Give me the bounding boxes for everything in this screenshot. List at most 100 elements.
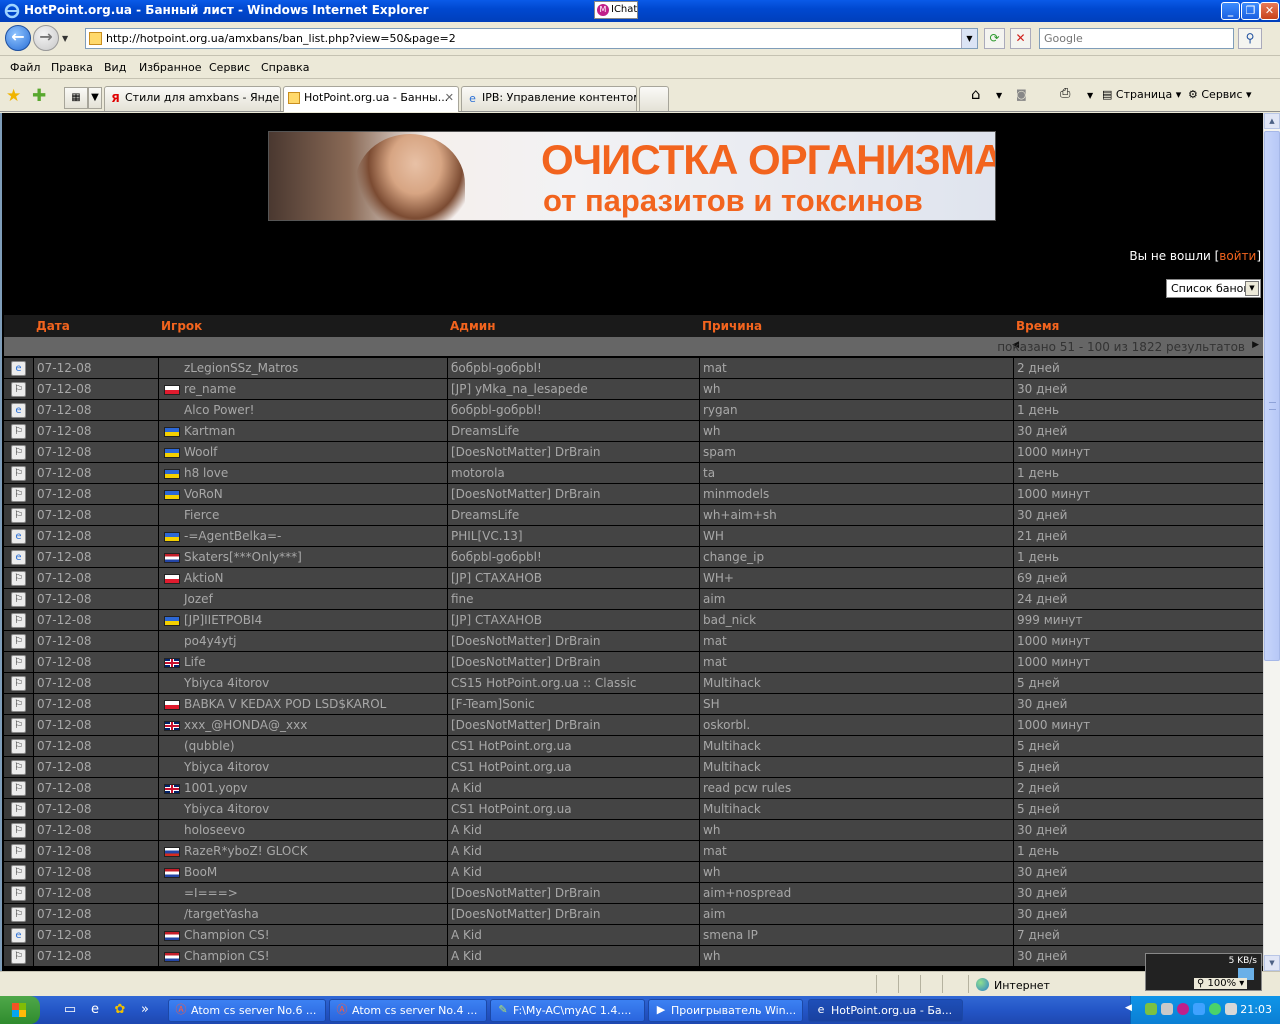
ichat-indicator[interactable]: M IChat: [594, 1, 638, 19]
add-favorite-icon[interactable]: ✚: [32, 86, 46, 106]
search-icon[interactable]: ⚲: [1238, 28, 1262, 49]
show-desktop-icon[interactable]: ▭: [62, 1002, 78, 1018]
game-ban-icon[interactable]: ⚐: [11, 424, 26, 439]
taskbar-item-editor[interactable]: ✎ F:\My-AC\myAC 1.4....: [490, 999, 645, 1022]
table-row[interactable]: ⚐ 07-12-08 h8 love motorola ta 1 день: [4, 463, 1263, 484]
game-ban-icon[interactable]: ⚐: [11, 445, 26, 460]
rss-icon[interactable]: ◙: [1016, 88, 1027, 101]
table-row[interactable]: ⚐ 07-12-08 re_name [JP] yMka_na_lesapede wh 3…: [4, 379, 1263, 400]
print-dropdown-icon[interactable]: ▼: [1087, 91, 1093, 100]
player-cell[interactable]: (qubble): [158, 736, 447, 756]
player-cell[interactable]: Kartman: [158, 421, 447, 441]
player-cell[interactable]: Ybiyca 4itorov: [158, 673, 447, 693]
menu-view[interactable]: Вид: [104, 61, 126, 74]
game-ban-icon[interactable]: ⚐: [11, 718, 26, 733]
col-date[interactable]: Дата: [36, 319, 70, 333]
page-menu[interactable]: ▤ Страница ▾: [1102, 88, 1181, 101]
web-ban-icon[interactable]: e: [11, 928, 26, 943]
quick-tabs-icon[interactable]: ▦: [64, 87, 88, 109]
refresh-button[interactable]: ⟳: [984, 28, 1005, 49]
col-reason[interactable]: Причина: [702, 319, 762, 333]
minimize-button[interactable]: _: [1221, 2, 1240, 20]
game-ban-icon[interactable]: ⚐: [11, 802, 26, 817]
login-link[interactable]: войти: [1219, 249, 1256, 263]
table-row[interactable]: e 07-12-08 zLegionSSz_Matros бобpbl-goбpbl!…: [4, 358, 1263, 379]
table-row[interactable]: e 07-12-08 Champion CS! A Kid smena IP 7 дней: [4, 925, 1263, 946]
table-row[interactable]: ⚐ 07-12-08 =I===> [DoesNotMatter] DrBrain ai…: [4, 883, 1263, 904]
game-ban-icon[interactable]: ⚐: [11, 634, 26, 649]
player-cell[interactable]: BooM: [158, 862, 447, 882]
table-row[interactable]: ⚐ 07-12-08 Ybiyca 4itorov CS1 HotPoint.org.…: [4, 757, 1263, 778]
game-ban-icon[interactable]: ⚐: [11, 697, 26, 712]
player-cell[interactable]: -=AgentBelka=-: [158, 526, 447, 546]
game-ban-icon[interactable]: ⚐: [11, 676, 26, 691]
player-cell[interactable]: BABKA V KEDAX POD LSD$KAROL: [158, 694, 447, 714]
table-row[interactable]: ⚐ 07-12-08 Woolf [DoesNotMatter] DrBrain spa…: [4, 442, 1263, 463]
player-cell[interactable]: holoseevo: [158, 820, 447, 840]
scroll-down-icon[interactable]: ▼: [1264, 955, 1280, 971]
print-icon[interactable]: ⎙: [1060, 86, 1070, 101]
chevron-down-icon[interactable]: ▼: [1245, 281, 1259, 296]
player-cell[interactable]: =I===>: [158, 883, 447, 903]
game-ban-icon[interactable]: ⚐: [11, 739, 26, 754]
ie-quicklaunch-icon[interactable]: e: [87, 1002, 103, 1018]
table-row[interactable]: ⚐ 07-12-08 RazeR*yboZ! GLOCK A Kid mat 1 день: [4, 841, 1263, 862]
table-row[interactable]: ⚐ 07-12-08 VoRoN [DoesNotMatter] DrBrain min…: [4, 484, 1263, 505]
game-ban-icon[interactable]: ⚐: [11, 844, 26, 859]
game-ban-icon[interactable]: ⚐: [11, 655, 26, 670]
tray-app-icon[interactable]: [1193, 1003, 1205, 1015]
table-row[interactable]: ⚐ 07-12-08 BooM A Kid wh 30 дней: [4, 862, 1263, 883]
game-ban-icon[interactable]: ⚐: [11, 760, 26, 775]
game-ban-icon[interactable]: ⚐: [11, 781, 26, 796]
table-row[interactable]: e 07-12-08 Alco Power! бобpbl-goбpbl! rygan 1…: [4, 400, 1263, 421]
web-ban-icon[interactable]: e: [11, 550, 26, 565]
player-cell[interactable]: Champion CS!: [158, 946, 447, 966]
scroll-up-icon[interactable]: ▲: [1264, 113, 1280, 129]
table-row[interactable]: ⚐ 07-12-08 1001.yopv A Kid read pcw rules 2 д…: [4, 778, 1263, 799]
taskbar-item-cs6[interactable]: Ⓐ Atom cs server No.6 ...: [168, 999, 326, 1022]
player-cell[interactable]: Woolf: [158, 442, 447, 462]
scroll-thumb[interactable]: [1264, 131, 1280, 661]
col-admin[interactable]: Админ: [450, 319, 496, 333]
table-row[interactable]: ⚐ 07-12-08 holoseevo A Kid wh 30 дней: [4, 820, 1263, 841]
table-row[interactable]: e 07-12-08 Skaters[***Only***] бобpbl-goбpb…: [4, 547, 1263, 568]
security-zone[interactable]: Интернет: [976, 978, 1050, 992]
table-row[interactable]: ⚐ 07-12-08 AktioN [JP] СТАХАНОВ WH+ 69 дней: [4, 568, 1263, 589]
table-row[interactable]: ⚐ 07-12-08 xxx_@HONDA@_xxx [DoesNotMatter] …: [4, 715, 1263, 736]
tray-volume-icon[interactable]: [1225, 1003, 1237, 1015]
tools-menu[interactable]: ⚙ Сервис ▾: [1188, 88, 1252, 101]
menu-file[interactable]: Файл: [10, 61, 40, 74]
table-row[interactable]: ⚐ 07-12-08/targetYasha [DoesNotMatter] DrB…: [4, 904, 1263, 925]
table-row[interactable]: ⚐ 07-12-08 BABKA V KEDAX POD LSD$KAROL [F-T…: [4, 694, 1263, 715]
close-button[interactable]: ✕: [1260, 2, 1279, 20]
table-row[interactable]: ⚐ 07-12-08 (qubble) CS1 HotPoint.org.ua Mult…: [4, 736, 1263, 757]
table-row[interactable]: ⚐ 07-12-08 Ybiyca 4itorov CS1 HotPoint.org.…: [4, 799, 1263, 820]
player-cell[interactable]: Champion CS!: [158, 925, 447, 945]
history-dropdown-icon[interactable]: ▼: [62, 34, 68, 43]
table-row[interactable]: e 07-12-08 -=AgentBelka=- PHIL[VC.13] WH 21 д…: [4, 526, 1263, 547]
player-cell[interactable]: Ybiyca 4itorov: [158, 757, 447, 777]
table-row[interactable]: ⚐ 07-12-08 Ybiyca 4itorov CS15 HotPoint.org…: [4, 673, 1263, 694]
menu-tools[interactable]: Сервис: [209, 61, 250, 74]
tab-yandex[interactable]: Я Стили для amxbans - Янде...: [104, 86, 281, 111]
tray-network-icon[interactable]: [1161, 1003, 1173, 1015]
start-button[interactable]: [0, 996, 40, 1024]
web-ban-icon[interactable]: e: [11, 403, 26, 418]
vertical-scrollbar[interactable]: ▲ ▼: [1263, 113, 1280, 971]
game-ban-icon[interactable]: ⚐: [11, 613, 26, 628]
player-cell[interactable]: RazeR*yboZ! GLOCK: [158, 841, 447, 861]
tray-app-icon[interactable]: [1209, 1003, 1221, 1015]
tab-list-icon[interactable]: ▼: [88, 87, 102, 109]
table-row[interactable]: ⚐ 07-12-08 Kartman DreamsLife wh 30 дней: [4, 421, 1263, 442]
new-tab-button[interactable]: [639, 86, 669, 111]
player-cell[interactable]: h8 love: [158, 463, 447, 483]
home-icon[interactable]: ⌂: [971, 85, 981, 103]
table-row[interactable]: ⚐ 07-12-08 Life [DoesNotMatter] DrBrain mat 1…: [4, 652, 1263, 673]
favorites-star-icon[interactable]: ★: [6, 86, 21, 106]
menu-edit[interactable]: Правка: [51, 61, 93, 74]
game-ban-icon[interactable]: ⚐: [11, 907, 26, 922]
quicklaunch-more-icon[interactable]: »: [137, 1002, 153, 1018]
game-ban-icon[interactable]: ⚐: [11, 571, 26, 586]
player-cell[interactable]: Alco Power!: [158, 400, 447, 420]
maximize-button[interactable]: ❐: [1241, 2, 1260, 20]
